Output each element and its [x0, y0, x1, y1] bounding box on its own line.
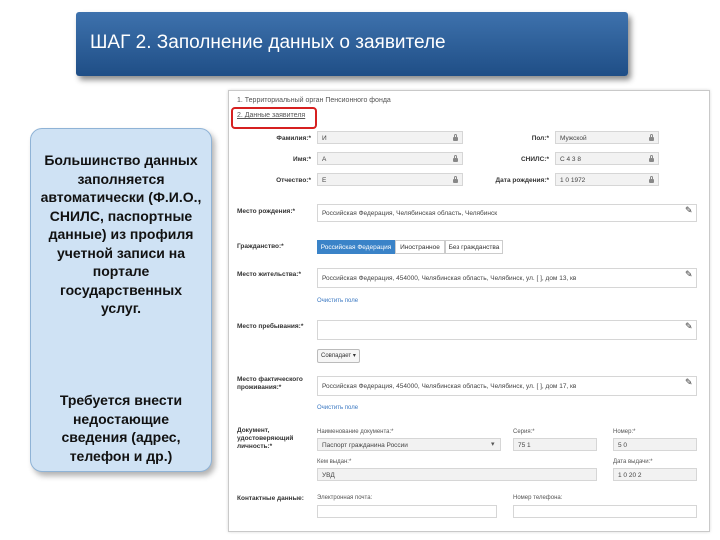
surname-label: Фамилия:*: [276, 135, 311, 142]
slide-title-banner: ШАГ 2. Заполнение данных о заявителе: [76, 12, 628, 76]
edit-pencil-icon[interactable]: ✎: [685, 205, 693, 216]
citizenship-option-stateless[interactable]: Без гражданства: [445, 240, 503, 254]
snils-field[interactable]: С 4 3 8: [555, 152, 659, 165]
identity-document-label: Документ, удостоверяющий личность:*: [237, 427, 294, 450]
phone-field[interactable]: [513, 505, 697, 518]
patronymic-label: Отчество:*: [276, 177, 311, 184]
birthdate-field[interactable]: 1 0 1972: [555, 173, 659, 186]
contacts-label: Контактные данные:: [237, 495, 304, 502]
document-type-select[interactable]: Паспорт гражданина России: [317, 438, 501, 451]
lock-icon: [453, 155, 458, 162]
citizenship-option-foreign[interactable]: Иностранное: [395, 240, 445, 254]
number-field[interactable]: 5 0: [613, 438, 697, 451]
residence-label: Место жительства:*: [237, 271, 301, 278]
edit-pencil-icon[interactable]: ✎: [685, 321, 693, 332]
clear-residence-link[interactable]: Очистить поле: [317, 298, 358, 304]
callout-paragraph-manual: Требуется внести недостающие сведения (а…: [59, 392, 183, 464]
callout-paragraph-auto: Большинство данных заполняется автоматич…: [40, 152, 202, 316]
stay-field[interactable]: [317, 320, 697, 340]
actual-residence-field[interactable]: Российская Федерация, 454000, Челябинска…: [317, 376, 697, 396]
lock-icon: [453, 176, 458, 183]
snils-label: СНИЛС:*: [520, 156, 549, 163]
sex-field[interactable]: Мужской: [555, 131, 659, 144]
email-field[interactable]: [317, 505, 497, 518]
stay-matches-button[interactable]: Совпадает ▾: [317, 349, 360, 363]
applicant-form-screenshot: 1. Территориальный орган Пенсионного фон…: [228, 90, 710, 532]
issuer-field[interactable]: УВД: [317, 468, 597, 481]
lock-icon: [649, 134, 654, 141]
name-label: Имя:*: [293, 156, 311, 163]
surname-field[interactable]: И: [317, 131, 463, 144]
citizenship-label: Гражданство:*: [237, 243, 284, 250]
sex-label: Пол:*: [531, 135, 549, 142]
chevron-down-icon: ▾: [491, 441, 495, 448]
explanation-callout: Большинство данных заполняется автоматич…: [30, 128, 212, 472]
issue-date-label: Дата выдачи:*: [613, 459, 653, 465]
birthplace-label: Место рождения:*: [237, 208, 296, 215]
birthdate-label: Дата рождения:*: [495, 177, 549, 184]
document-type-label: Наименование документа:*: [317, 429, 394, 435]
actual-residence-label: Место фактического проживания:*: [237, 376, 303, 391]
citizenship-option-rf[interactable]: Российская Федерация: [317, 240, 395, 254]
phone-label: Номер телефона:: [513, 495, 563, 501]
lock-icon: [649, 155, 654, 162]
stay-label: Место пребывания:*: [237, 323, 304, 330]
stay-matches-label: Совпадает: [321, 353, 352, 359]
edit-pencil-icon[interactable]: ✎: [685, 377, 693, 388]
email-label: Электронная почта:: [317, 495, 373, 501]
name-field[interactable]: А: [317, 152, 463, 165]
issuer-label: Кем выдан:*: [317, 459, 352, 465]
series-label: Серия:*: [513, 429, 535, 435]
slide-title: ШАГ 2. Заполнение данных о заявителе: [90, 32, 446, 53]
lock-icon: [649, 176, 654, 183]
step-territorial-body[interactable]: 1. Территориальный орган Пенсионного фон…: [237, 97, 391, 104]
edit-pencil-icon[interactable]: ✎: [685, 269, 693, 280]
series-field[interactable]: 75 1: [513, 438, 597, 451]
number-label: Номер:*: [613, 429, 636, 435]
clear-actual-residence-link[interactable]: Очистить поле: [317, 405, 358, 411]
patronymic-field[interactable]: Е: [317, 173, 463, 186]
lock-icon: [453, 134, 458, 141]
issue-date-field[interactable]: 1 0 20 2: [613, 468, 697, 481]
residence-field[interactable]: Российская Федерация, 454000, Челябинска…: [317, 268, 697, 288]
step-applicant-data[interactable]: 2. Данные заявителя: [237, 112, 305, 119]
birthplace-field[interactable]: Российская Федерация, Челябинская област…: [317, 204, 697, 222]
